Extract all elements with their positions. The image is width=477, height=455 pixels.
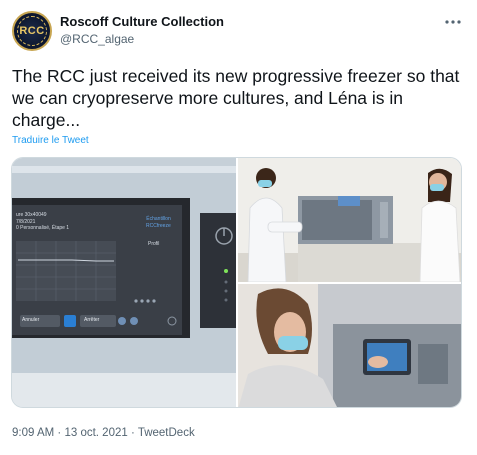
photo-lab-team[interactable] xyxy=(238,158,461,282)
user-handle[interactable]: @RCC_algae xyxy=(60,32,134,46)
tweet-source: TweetDeck xyxy=(137,427,195,439)
more-horizontal-icon xyxy=(445,20,461,24)
screen-right-1: Échantillon xyxy=(146,216,171,222)
screen-right-2: RCCfreeze xyxy=(146,222,171,229)
screen-right-block: Échantillon RCCfreeze xyxy=(146,216,171,229)
photo-freezer-screen[interactable]: ure 30x40049 7/8/2021 0 Personnalisé, Ét… xyxy=(12,158,236,407)
photo-operator[interactable] xyxy=(238,284,461,407)
freezer-screen-illustration xyxy=(12,158,236,407)
tweet-timestamp[interactable]: 9:09 AM · 13 oct. 2021 · TweetDeck xyxy=(12,427,195,439)
screen-panel-title: Profil xyxy=(148,241,160,247)
screen-button-stop: Arrêter xyxy=(84,317,100,323)
screen-button-cancel: Annuler xyxy=(22,317,40,323)
display-name[interactable]: Roscoff Culture Collection xyxy=(60,14,224,29)
tweet-date: 13 oct. 2021 xyxy=(64,427,128,439)
tweet-text: The RCC just received its new progressiv… xyxy=(12,66,460,130)
more-options-icon[interactable] xyxy=(441,12,465,32)
timestamp-separator-1: · xyxy=(57,427,62,439)
media-grid: ure 30x40049 7/8/2021 0 Personnalisé, Ét… xyxy=(11,157,462,408)
avatar[interactable]: RCC xyxy=(12,11,52,51)
avatar-logo-text: RCC xyxy=(19,25,45,37)
lab-team-illustration xyxy=(238,158,461,282)
screen-text-block: ure 30x40049 7/8/2021 0 Personnalisé, Ét… xyxy=(16,212,69,232)
tweet-time: 9:09 AM xyxy=(12,427,55,439)
timestamp-separator-2: · xyxy=(130,427,135,439)
tweet-card: RCC Roscoff Culture Collection @RCC_alga… xyxy=(0,0,477,455)
operator-illustration xyxy=(238,284,461,407)
screen-line-3: 0 Personnalisé, Étape 1 xyxy=(16,225,70,231)
translate-tweet-link[interactable]: Traduire le Tweet xyxy=(12,135,89,146)
